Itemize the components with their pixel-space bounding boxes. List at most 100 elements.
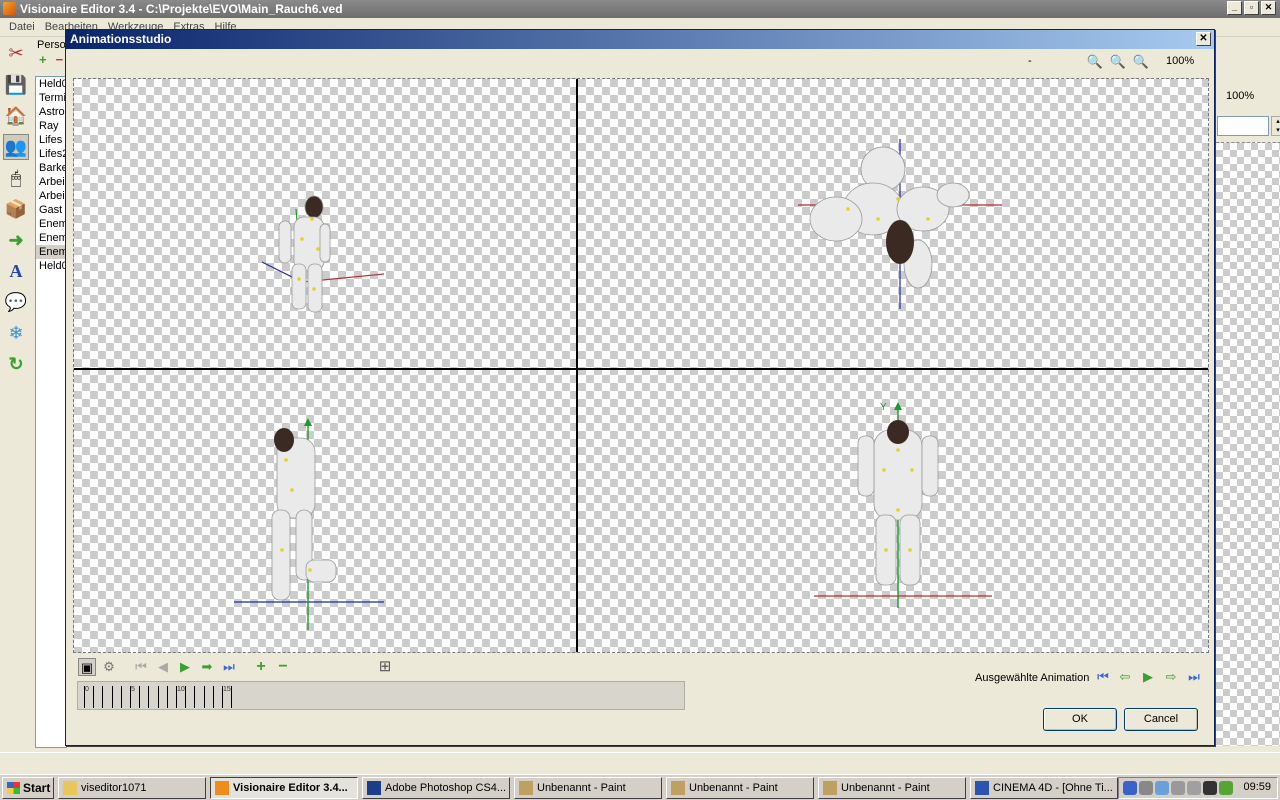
frame-tick[interactable] [102,686,104,708]
list-item[interactable]: Held0 [36,259,66,273]
scene-spinner[interactable]: ▴ ▾ [1271,116,1280,136]
viewport-side[interactable] [74,370,576,652]
frame-tick[interactable] [194,686,196,708]
sel-next-icon[interactable]: ⇨ [1162,668,1180,686]
frame-tick[interactable] [157,686,159,708]
remove-frame-icon[interactable]: − [274,658,292,676]
taskbar-item[interactable]: viseditor1071 [58,777,206,799]
tools-icon[interactable]: ✂ [3,40,29,66]
viewport-divider-horizontal[interactable] [74,368,1208,370]
sel-last-icon[interactable]: ⏭ [1185,668,1203,686]
tray-icon[interactable] [1203,781,1217,795]
list-item[interactable]: Enem [36,231,66,245]
viewport-perspective[interactable] [74,79,576,368]
scripts-icon[interactable]: ↻ [3,351,29,377]
system-tray: 09:59 [1118,777,1278,799]
particles-icon[interactable]: ❄ [3,320,29,346]
viewport-front[interactable]: Y [578,370,1208,652]
dialog-icon[interactable]: 💬 [3,289,29,315]
frame-tick[interactable] [231,686,233,708]
tray-icon[interactable] [1187,781,1201,795]
characters-icon[interactable]: 👥 [3,134,29,160]
font-icon[interactable]: A [3,258,29,284]
tray-icon[interactable] [1171,781,1185,795]
characters-panel: Perso + − Held0 Termi Astro Ray Lifes Lifes2 B… [33,38,67,750]
scene-value-input[interactable] [1217,116,1269,136]
characters-list[interactable]: Held0 Termi Astro Ray Lifes Lifes2 Barke Arbeil… [35,76,67,748]
prev-frame-icon[interactable]: ◀ [154,658,172,676]
sel-play-icon[interactable]: ▶ [1139,668,1157,686]
first-frame-icon[interactable]: ⏮ [132,658,150,676]
frame-label: 0 [85,686,89,693]
tray-icon[interactable] [1219,781,1233,795]
viewport-top[interactable] [578,79,1208,368]
restore-button[interactable]: ▫ [1244,1,1259,15]
taskbar-item[interactable]: Unbenannt - Paint [514,777,662,799]
start-label: Start [23,781,51,795]
app-icon [671,781,685,795]
zoom-in-icon[interactable]: 🔍 [1086,53,1104,71]
list-item[interactable]: Lifes2 [36,147,66,161]
add-icon[interactable]: + [39,52,47,67]
animation-controls: ▣ ⚙ ⏮ ◀ ▶ ➡ ⏭ + − ⊞ [74,656,394,678]
app-logo-icon [3,2,16,15]
taskbar-item[interactable]: Unbenannt - Paint [666,777,814,799]
menu-datei[interactable]: Datei [4,18,40,36]
list-item[interactable]: Enem [36,217,66,231]
sel-first-icon[interactable]: ⏮ [1094,668,1112,686]
frame-tick[interactable] [93,686,95,708]
list-item[interactable]: Gast [36,203,66,217]
settings-icon[interactable]: ⚙ [100,658,118,676]
list-item[interactable]: Termi [36,91,66,105]
app-close-button[interactable]: ✕ [1261,1,1276,15]
list-item[interactable]: Ray [36,119,66,133]
dialog-close-button[interactable]: ✕ [1196,32,1211,46]
zoom-out-icon[interactable]: 🔍 [1132,53,1150,71]
play-icon[interactable]: ▶ [176,658,194,676]
frame-timeline[interactable]: 0 5 10 15 [77,681,685,710]
zoom-reset-icon[interactable]: 🔍 [1109,53,1127,71]
add-frame-icon[interactable]: + [252,658,270,676]
next-frame-icon[interactable]: ➡ [198,658,216,676]
last-frame-icon[interactable]: ⏭ [220,658,238,676]
minimize-button[interactable]: _ [1227,1,1242,15]
scene-icon[interactable]: 🏠 [3,103,29,129]
frame-tick[interactable] [120,686,122,708]
frame-view-icon[interactable]: ▣ [78,658,96,676]
sel-prev-icon[interactable]: ⇦ [1116,668,1134,686]
frame-tick[interactable] [148,686,150,708]
tray-icon[interactable] [1123,781,1137,795]
remove-icon[interactable]: − [56,52,64,67]
y-axis-label: Y [880,402,887,413]
scene-canvas[interactable] [1216,142,1280,746]
list-item[interactable]: Enem [36,245,66,259]
cancel-button[interactable]: Cancel [1124,708,1198,731]
start-button[interactable]: Start [2,777,54,799]
taskbar-item[interactable]: CINEMA 4D - [Ohne Ti... [970,777,1118,799]
list-item[interactable]: Barke [36,161,66,175]
frame-tick[interactable] [139,686,141,708]
frame-tick[interactable] [212,686,214,708]
list-item[interactable]: Held0 [36,77,66,91]
taskbar-item[interactable]: Adobe Photoshop CS4... [362,777,510,799]
taskbar-item[interactable]: Unbenannt - Paint [818,777,966,799]
frame-tick[interactable] [166,686,168,708]
frame-tick[interactable] [185,686,187,708]
list-item[interactable]: Astro [36,105,66,119]
taskbar-item[interactable]: Visionaire Editor 3.4... [210,777,358,799]
dialog-titlebar: Animationsstudio ✕ [66,30,1214,49]
save-icon[interactable]: 💾 [3,72,29,98]
mouse-icon[interactable]: 🖱 [3,165,29,191]
list-item[interactable]: Arbeil [36,175,66,189]
viewport-divider-vertical[interactable] [576,79,578,652]
list-item[interactable]: Lifes [36,133,66,147]
tray-icon[interactable] [1155,781,1169,795]
tray-icon[interactable] [1139,781,1153,795]
frame-tick[interactable] [111,686,113,708]
grid-view-icon[interactable]: ⊞ [376,658,394,676]
frame-tick[interactable] [203,686,205,708]
actions-icon[interactable]: ➜ [3,227,29,253]
objects-icon[interactable]: 📦 [3,196,29,222]
list-item[interactable]: Arbeil [36,189,66,203]
ok-button[interactable]: OK [1043,708,1117,731]
